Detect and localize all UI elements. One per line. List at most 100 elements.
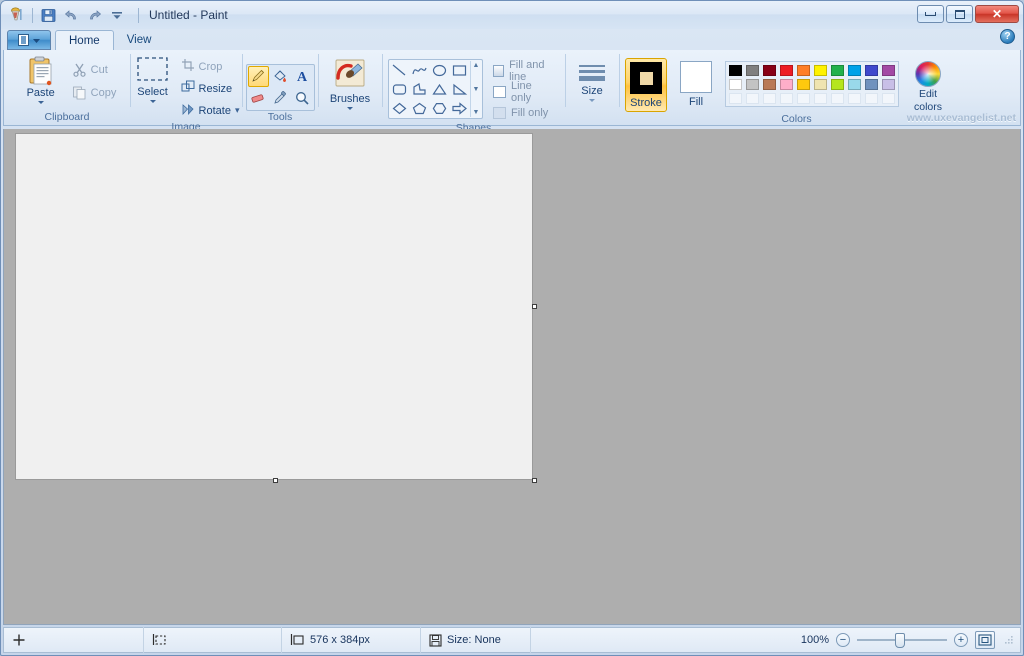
copy-button[interactable]: Copy [68, 82, 121, 103]
palette-color-lime[interactable] [829, 77, 846, 91]
crop-button[interactable]: Crop [177, 56, 244, 77]
shapes-scrollbar[interactable]: ▲ ▼ ▼ [470, 61, 481, 117]
fill-option[interactable]: Line only [489, 82, 559, 101]
minimize-button[interactable] [917, 5, 944, 23]
zoom-slider-thumb[interactable] [895, 633, 905, 648]
paint-app-icon[interactable] [7, 5, 27, 25]
palette-color-purple[interactable] [880, 63, 897, 77]
palette-color-lightyellow[interactable] [812, 77, 829, 91]
palette-color-gray[interactable] [744, 63, 761, 77]
canvas-resize-handle-corner[interactable] [532, 478, 537, 483]
svg-text:A: A [297, 70, 308, 84]
shape-triangle[interactable] [430, 80, 449, 98]
palette-custom-8[interactable] [846, 91, 863, 105]
palette-color-indigo[interactable] [863, 63, 880, 77]
palette-color-lavender[interactable] [880, 77, 897, 91]
resize-grip-icon[interactable] [1004, 635, 1014, 645]
palette-color-brown[interactable] [761, 77, 778, 91]
palette-custom-5[interactable] [795, 91, 812, 105]
maximize-button[interactable] [946, 5, 973, 23]
brushes-dropdown-caret[interactable] [347, 107, 353, 110]
palette-color-orange[interactable] [795, 63, 812, 77]
palette-color-bluegray[interactable] [863, 77, 880, 91]
tab-view[interactable]: View [114, 30, 165, 50]
shape-rounded-rectangle[interactable] [390, 80, 409, 98]
shape-hexagon[interactable] [430, 99, 449, 117]
customize-qat-icon[interactable] [107, 5, 127, 25]
rotate-button[interactable]: Rotate ▾ [177, 100, 244, 121]
paste-button[interactable]: Paste [14, 53, 68, 104]
palette-custom-4[interactable] [778, 91, 795, 105]
eraser-tool[interactable] [248, 88, 269, 109]
close-button[interactable]: ✕ [975, 5, 1019, 23]
outline-option[interactable]: Fill and line [489, 61, 559, 80]
zoom-slider[interactable] [857, 633, 947, 647]
palette-custom-6[interactable] [812, 91, 829, 105]
text-tool[interactable]: A [292, 66, 313, 87]
canvas-resize-handle-bottom[interactable] [273, 478, 278, 483]
size-button[interactable]: Size [572, 59, 612, 102]
drawing-canvas[interactable] [15, 133, 533, 480]
shape-diamond[interactable] [390, 99, 409, 117]
shape-line[interactable] [390, 61, 409, 79]
shape-curve[interactable] [410, 61, 429, 79]
palette-color-white[interactable] [727, 77, 744, 91]
palette-color-gold[interactable] [795, 77, 812, 91]
save-icon[interactable] [38, 5, 58, 25]
palette-custom-7[interactable] [829, 91, 846, 105]
magnifier-tool[interactable] [292, 88, 313, 109]
select-button[interactable]: Select [129, 53, 177, 103]
pencil-tool[interactable] [248, 66, 269, 87]
palette-custom-2[interactable] [744, 91, 761, 105]
paste-dropdown-caret[interactable] [38, 101, 44, 104]
ribbon-group-colors: Stroke Fill [619, 50, 1020, 125]
fit-to-window-button[interactable] [975, 631, 995, 649]
fill-with-color-tool[interactable] [270, 66, 291, 87]
rotate-caret[interactable]: ▾ [235, 105, 240, 116]
shape-right-triangle[interactable] [450, 80, 469, 98]
size-dropdown-caret[interactable] [589, 99, 595, 102]
undo-icon[interactable] [61, 5, 81, 25]
zoom-in-button[interactable]: + [954, 633, 968, 647]
shapes-expand-icon[interactable]: ▼ [473, 109, 480, 116]
palette-color-lightturquoise[interactable] [846, 77, 863, 91]
resize-button[interactable]: Resize [177, 78, 244, 99]
redo-icon[interactable] [84, 5, 104, 25]
stroke-color-button[interactable]: Stroke [625, 58, 667, 112]
zoom-out-button[interactable]: − [836, 633, 850, 647]
fill-color-button[interactable]: Fill [675, 61, 717, 108]
palette-custom-1[interactable] [727, 91, 744, 105]
palette-color-lightgray[interactable] [744, 77, 761, 91]
shape-pentagon[interactable] [410, 99, 429, 117]
palette-color-yellow[interactable] [812, 63, 829, 77]
help-icon[interactable]: ? [1000, 29, 1015, 44]
palette-custom-3[interactable] [761, 91, 778, 105]
color-picker-tool[interactable] [270, 88, 291, 109]
tab-home[interactable]: Home [55, 30, 114, 50]
palette-color-darkred[interactable] [761, 63, 778, 77]
fill-color-swatch [680, 61, 712, 93]
workspace[interactable] [3, 129, 1021, 625]
shape-oval[interactable] [430, 61, 449, 79]
paint-menu-button[interactable] [7, 30, 51, 50]
cut-button[interactable]: Cut [68, 59, 121, 80]
edit-colors-button[interactable]: Edit colors [907, 61, 949, 113]
palette-custom-9[interactable] [863, 91, 880, 105]
brushes-button[interactable]: Brushes [324, 56, 376, 110]
fill-only-option-label: Fill only [511, 107, 548, 119]
fill-only-option[interactable]: Fill only [489, 103, 559, 122]
shapes-scroll-down-icon[interactable]: ▼ [473, 86, 480, 93]
canvas-resize-handle-right[interactable] [532, 304, 537, 309]
shape-rectangle[interactable] [450, 61, 469, 79]
palette-custom-10[interactable] [880, 91, 897, 105]
shapes-scroll-up-icon[interactable]: ▲ [473, 62, 480, 69]
palette-color-rose[interactable] [778, 77, 795, 91]
palette-color-red[interactable] [778, 63, 795, 77]
shape-right-arrow[interactable] [450, 99, 469, 117]
size-icon [575, 62, 609, 81]
palette-color-turquoise[interactable] [846, 63, 863, 77]
select-dropdown-caret[interactable] [150, 100, 156, 103]
palette-color-green[interactable] [829, 63, 846, 77]
shape-polygon[interactable] [410, 80, 429, 98]
palette-color-black[interactable] [727, 63, 744, 77]
